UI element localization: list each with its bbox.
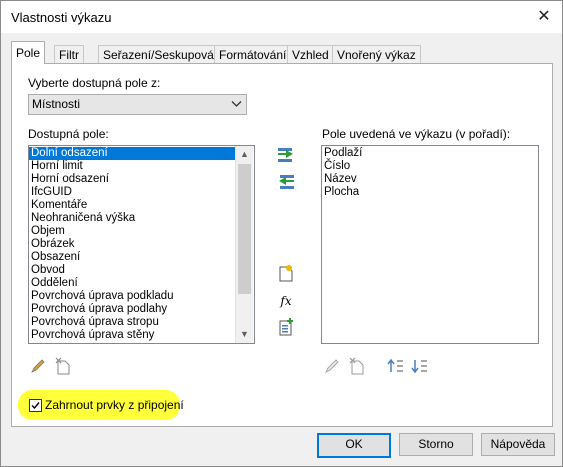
fx-icon: fx (280, 294, 292, 308)
available-scrollbar[interactable]: ▲ ▼ (235, 146, 253, 343)
delete-parameter-button[interactable] (53, 357, 73, 377)
list-item[interactable]: Neohraničená výška (29, 212, 235, 225)
tab-vnoreny-vykaz[interactable]: Vnořený výkaz (332, 45, 421, 64)
tab-vzhled[interactable]: Vzhled (287, 45, 334, 64)
source-select[interactable]: Místnosti (28, 94, 247, 115)
move-down-button[interactable] (410, 357, 430, 377)
add-field-button[interactable] (276, 146, 296, 166)
scroll-up-arrow-icon[interactable]: ▲ (236, 146, 253, 163)
list-item[interactable]: Objem (29, 225, 235, 238)
new-parameter-button[interactable] (276, 264, 296, 284)
available-fields-items: Dolní odsazení Horní limit Horní odsazen… (29, 147, 235, 342)
help-button[interactable]: Nápověda (481, 433, 555, 456)
list-item[interactable]: Číslo (322, 160, 362, 173)
pencil-icon (324, 358, 340, 377)
remove-field-icon (277, 174, 295, 193)
scroll-down-arrow-icon[interactable]: ▼ (236, 326, 253, 343)
scheduled-fields-label: Pole uvedená ve výkazu (v pořadí): (322, 127, 511, 141)
tab-pole[interactable]: Pole (11, 41, 46, 64)
close-icon: ✕ (537, 8, 551, 25)
scheduled-fields-items: Podlaží Číslo Název Plocha (322, 147, 362, 199)
include-links-label[interactable]: Zahrnout prvky z připojení (45, 398, 184, 412)
delete-parameter-icon (55, 357, 71, 378)
list-item[interactable]: Povrchová úprava podlahy (29, 303, 235, 316)
list-item[interactable]: Podlaží (322, 147, 362, 160)
list-item[interactable]: IfcGUID (29, 186, 235, 199)
new-parameter-icon (278, 264, 294, 285)
list-item[interactable]: Obrázek (29, 238, 235, 251)
list-item[interactable]: Povrchová úprava stěny (29, 329, 235, 342)
move-up-button[interactable] (386, 357, 406, 377)
include-links-checkbox[interactable] (29, 399, 42, 412)
scrollbar-thumb[interactable] (238, 164, 251, 294)
combine-parameters-button[interactable] (276, 317, 296, 339)
pencil-icon (30, 358, 46, 377)
list-item[interactable]: Povrchová úprava podkladu (29, 290, 235, 303)
available-fields-label: Dostupná pole: (28, 127, 109, 141)
list-item[interactable]: Horní odsazení (29, 173, 235, 186)
tab-filtr[interactable]: Filtr (54, 45, 84, 64)
edit-scheduled-field-button[interactable] (322, 357, 342, 377)
source-select-value: Místnosti (32, 97, 81, 111)
list-item[interactable]: Plocha (322, 186, 362, 199)
delete-parameter-icon (349, 357, 365, 378)
available-fields-list[interactable]: Dolní odsazení Horní limit Horní odsazen… (28, 145, 255, 344)
combine-parameters-icon (278, 317, 294, 339)
chevron-down-icon (231, 98, 242, 112)
list-item[interactable]: Komentáře (29, 199, 235, 212)
window-title: Vlastnosti výkazu (11, 10, 112, 25)
source-label: Vyberte dostupná pole z: (28, 76, 161, 90)
schedule-properties-dialog: Vlastnosti výkazu ✕ Pole Filtr Seřazení/… (0, 0, 563, 467)
cancel-button[interactable]: Storno (399, 433, 473, 456)
calculated-value-button[interactable]: fx (276, 291, 296, 311)
move-down-icon (411, 358, 429, 377)
checkmark-icon (30, 400, 41, 411)
scheduled-fields-list[interactable]: Podlaží Číslo Název Plocha (321, 145, 539, 344)
list-item[interactable]: Povrchová úprava stropu (29, 316, 235, 329)
tab-formatovani[interactable]: Formátování (214, 45, 292, 64)
list-item[interactable]: Obsazení (29, 251, 235, 264)
remove-field-button[interactable] (276, 173, 296, 193)
tab-razeni[interactable]: Seřazení/Seskupování (98, 45, 229, 64)
title-bar: Vlastnosti výkazu ✕ (1, 1, 562, 33)
list-item[interactable]: Obvod (29, 264, 235, 277)
ok-button[interactable]: OK (317, 433, 391, 458)
list-item[interactable]: Oddělení (29, 277, 235, 290)
delete-scheduled-field-button[interactable] (347, 357, 367, 377)
list-item[interactable]: Název (322, 173, 362, 186)
add-field-icon (277, 147, 295, 166)
list-item[interactable]: Dolní odsazení (29, 147, 235, 160)
move-up-icon (387, 358, 405, 377)
close-button[interactable]: ✕ (529, 3, 559, 31)
edit-parameter-button[interactable] (28, 357, 48, 377)
list-item[interactable]: Horní limit (29, 160, 235, 173)
